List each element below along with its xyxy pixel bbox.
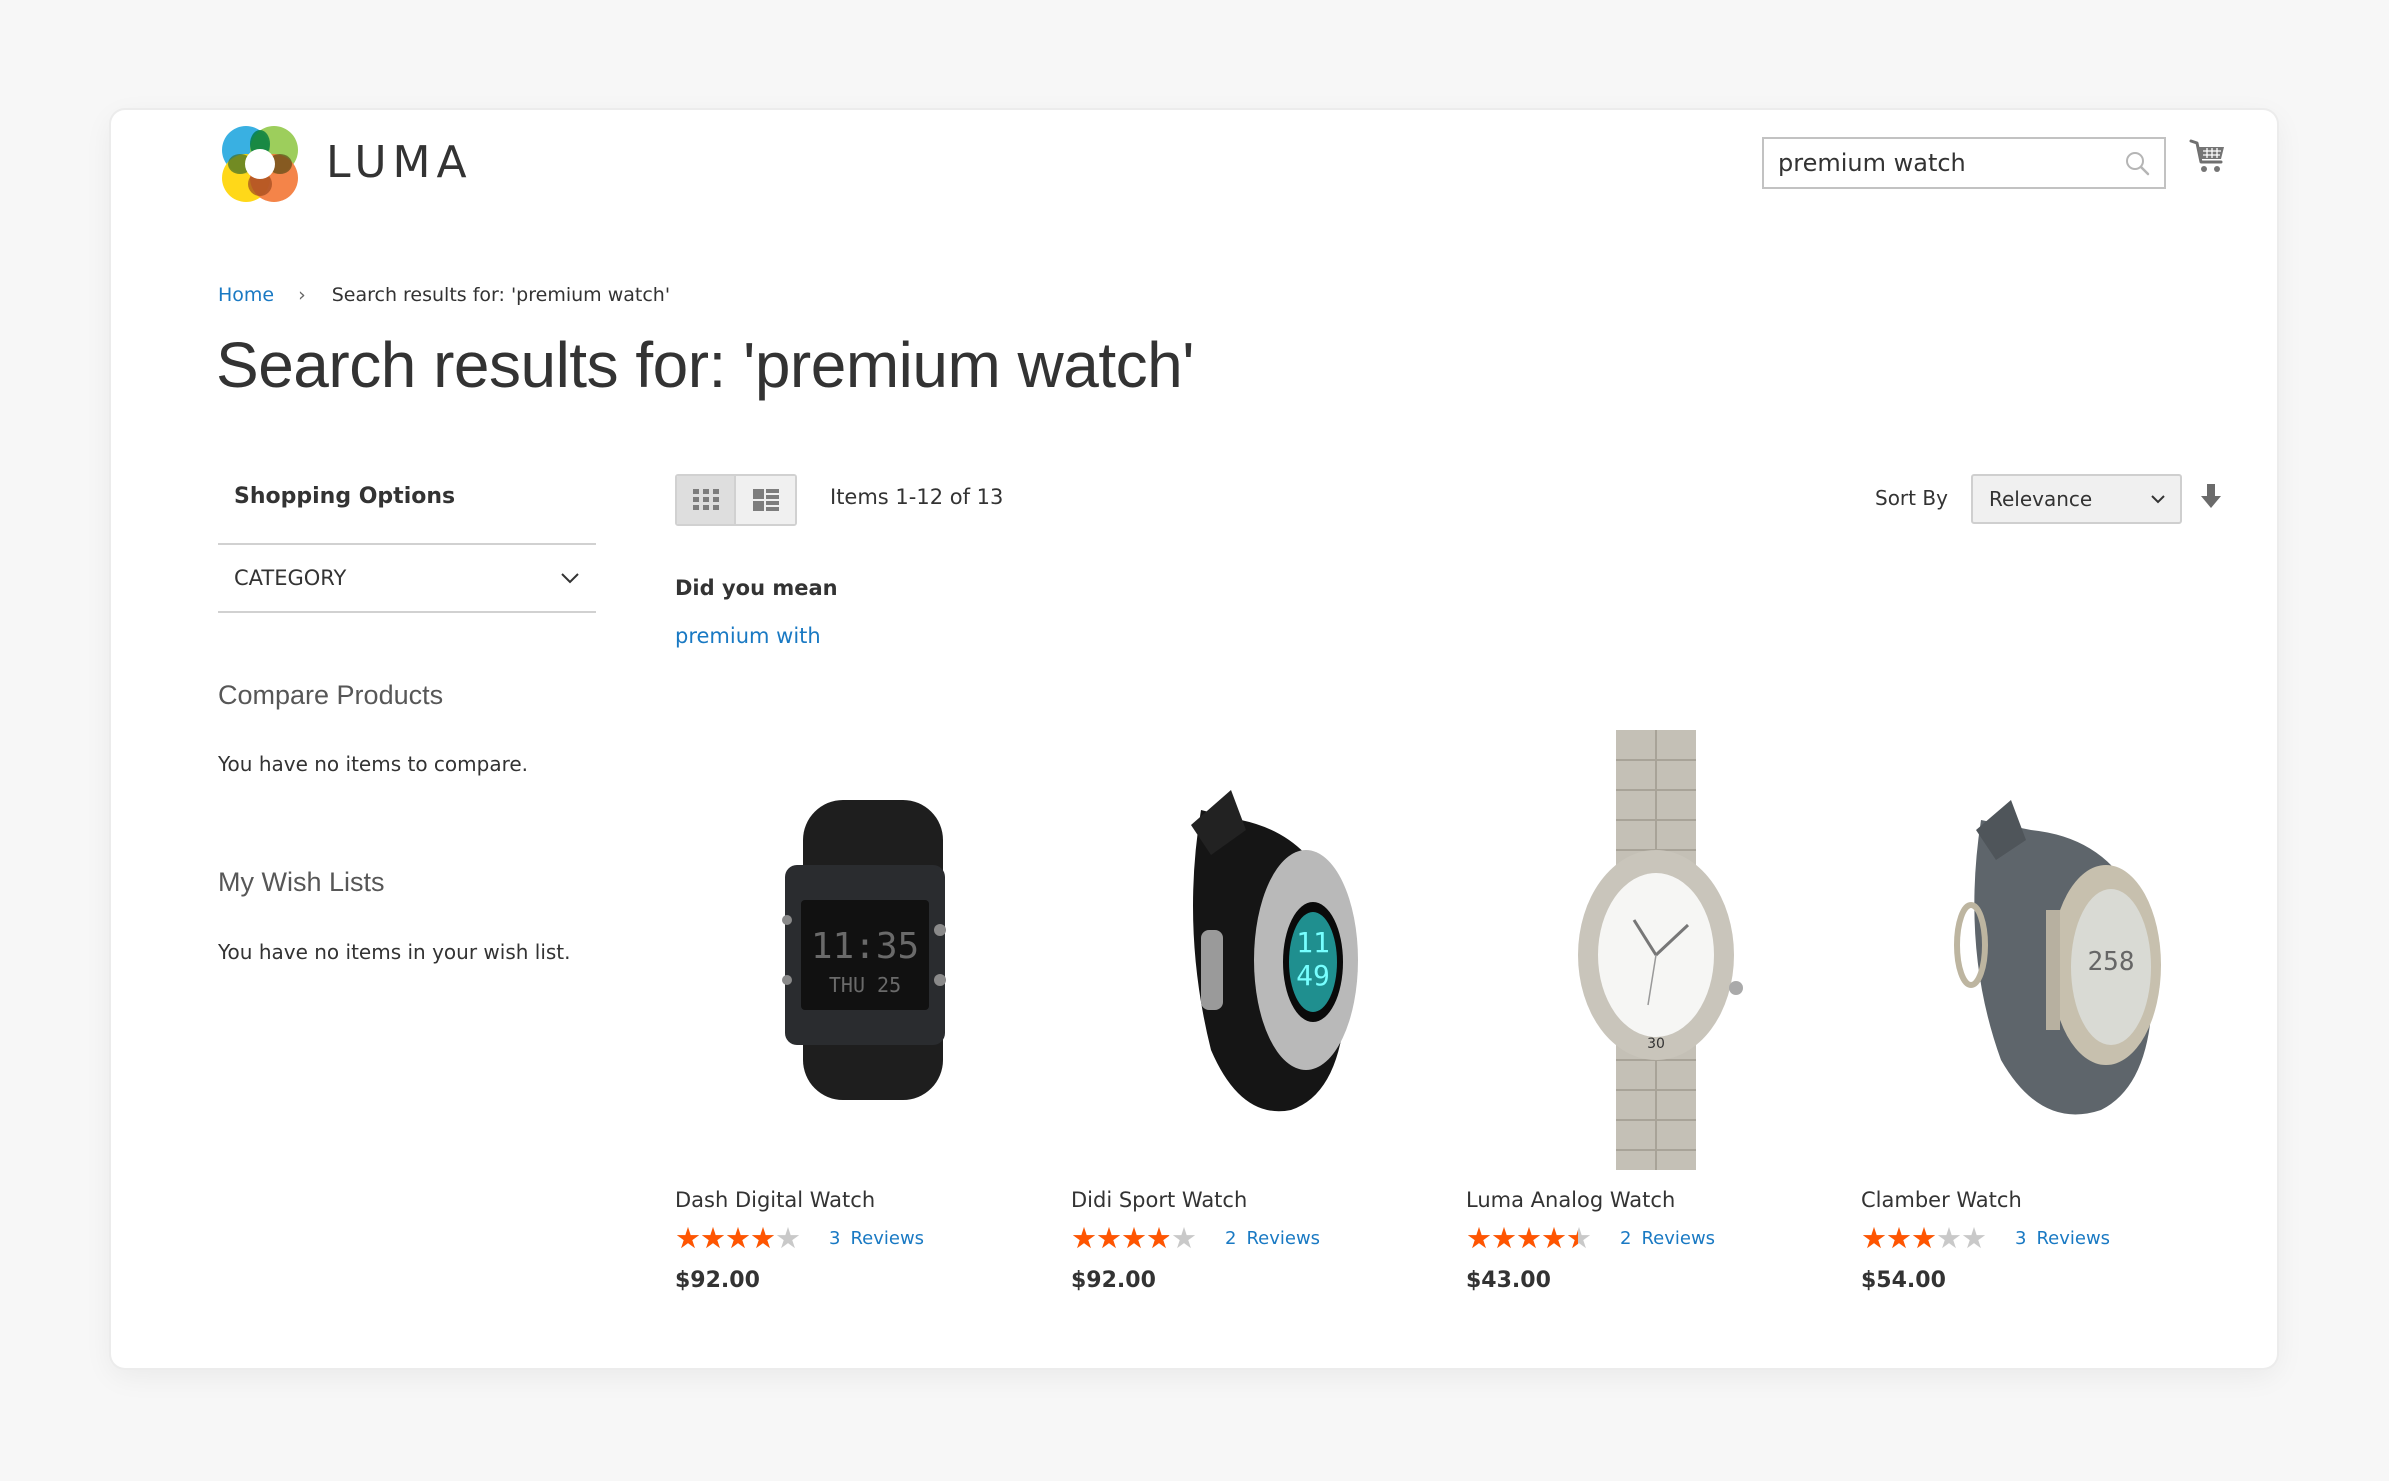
- did-you-mean-heading: Did you mean: [675, 576, 838, 600]
- product-item: 11:35 THU 25 Dash Digital Watch ★★★★★ ★★…: [675, 730, 1045, 1293]
- product-name-link[interactable]: Clamber Watch: [1861, 1188, 2231, 1212]
- list-view-button[interactable]: [736, 476, 795, 524]
- product-item: 258 Clamber Watch ★★★★★ ★★★★★ 3Reviews $…: [1861, 730, 2231, 1293]
- did-you-mean-suggestion-link[interactable]: premium with: [675, 624, 821, 648]
- star-icons-filled: ★★★★★: [1861, 1224, 1936, 1252]
- luma-analog-watch-image: 30: [1578, 730, 1743, 1170]
- category-filter-label: CATEGORY: [234, 566, 347, 590]
- breadcrumb-home-link[interactable]: Home: [218, 284, 274, 306]
- reviews-link[interactable]: 2 Reviews: [1225, 1228, 1320, 1249]
- product-price: $92.00: [675, 1268, 760, 1293]
- list-icon: [752, 489, 779, 511]
- breadcrumb-current: Search results for: 'premium watch': [331, 284, 671, 306]
- star-icons-filled: ★★★★★: [1071, 1224, 1169, 1252]
- page-title: Search results for: 'premium watch': [216, 329, 1194, 401]
- reviews-link[interactable]: 2 Reviews: [1620, 1228, 1715, 1249]
- product-item: 11 49 Didi Sport Watch ★★★★★ ★★★★★ 2Revi…: [1071, 730, 1441, 1293]
- product-price: $54.00: [1861, 1268, 1946, 1293]
- breadcrumb-separator-icon: ›: [298, 284, 306, 306]
- wishlist-empty-text: You have no items in your wish list.: [218, 940, 571, 964]
- product-price: $92.00: [1071, 1268, 1156, 1293]
- sidebar-divider: [218, 611, 596, 613]
- sort-by-label: Sort By: [1875, 486, 1948, 510]
- breadcrumb: Home › Search results for: 'premium watc…: [218, 284, 670, 306]
- svg-text:11: 11: [1296, 926, 1330, 959]
- product-price: $43.00: [1466, 1268, 1551, 1293]
- items-count: Items 1-12 of 13: [830, 485, 1004, 509]
- clamber-watch-image: 258: [1954, 800, 2161, 1115]
- didi-sport-watch-image: 11 49: [1191, 790, 1358, 1112]
- product-rating: ★★★★★ ★★★★★ 2Reviews: [1466, 1224, 1836, 1253]
- luma-logo-icon[interactable]: [218, 122, 302, 206]
- wish-lists-heading: My Wish Lists: [218, 867, 385, 897]
- sort-by-value: Relevance: [1989, 487, 2093, 511]
- compare-products-heading: Compare Products: [218, 680, 444, 710]
- product-name-link[interactable]: Luma Analog Watch: [1466, 1188, 1836, 1212]
- compare-empty-text: You have no items to compare.: [218, 752, 529, 776]
- shopping-options-heading: Shopping Options: [234, 484, 456, 509]
- product-image-link[interactable]: 11 49: [1071, 730, 1441, 1170]
- reviews-link[interactable]: 3 Reviews: [829, 1228, 924, 1249]
- search-icon[interactable]: [2124, 150, 2150, 176]
- category-filter-toggle[interactable]: CATEGORY: [218, 544, 596, 612]
- reviews-link[interactable]: 3 Reviews: [2015, 1228, 2110, 1249]
- product-item: 30 Luma Analog Watch ★★★★★ ★★★★★ 2Review…: [1466, 730, 1836, 1293]
- search-input[interactable]: [1778, 149, 2124, 177]
- dash-digital-watch-image: 11:35 THU 25: [782, 800, 946, 1100]
- chevron-down-icon: [2151, 495, 2165, 504]
- chevron-down-icon: [561, 573, 579, 584]
- arrow-down-icon: [2201, 484, 2221, 508]
- svg-text:THU 25: THU 25: [829, 973, 901, 997]
- rating-stars: ★★★★★ ★★★★★: [1466, 1224, 1606, 1253]
- sort-by-select[interactable]: Relevance: [1971, 474, 2182, 524]
- product-image-link[interactable]: 30: [1466, 730, 1836, 1170]
- star-icons-filled: ★★★★★: [675, 1224, 777, 1252]
- product-rating: ★★★★★ ★★★★★ 3Reviews: [1861, 1224, 2231, 1253]
- search-box[interactable]: [1762, 137, 2166, 189]
- rating-stars: ★★★★★ ★★★★★: [1861, 1224, 2001, 1253]
- product-rating: ★★★★★ ★★★★★ 2Reviews: [1071, 1224, 1441, 1253]
- svg-text:49: 49: [1296, 959, 1330, 992]
- product-image-link[interactable]: 258: [1861, 730, 2231, 1170]
- svg-text:11:35: 11:35: [811, 926, 919, 967]
- sort-direction-button[interactable]: [2199, 482, 2223, 510]
- star-icons-filled: ★★★★★: [1466, 1224, 1578, 1252]
- page-card: LUMA Home › Search results for: 'premium…: [111, 110, 2277, 1368]
- product-name-link[interactable]: Didi Sport Watch: [1071, 1188, 1441, 1212]
- rating-stars: ★★★★★ ★★★★★: [1071, 1224, 1211, 1253]
- cart-icon[interactable]: [2189, 138, 2227, 176]
- svg-text:258: 258: [2088, 947, 2135, 977]
- svg-text:30: 30: [1647, 1036, 1665, 1052]
- product-rating: ★★★★★ ★★★★★ 3Reviews: [675, 1224, 1045, 1253]
- grid-icon: [692, 489, 719, 510]
- rating-stars: ★★★★★ ★★★★★: [675, 1224, 815, 1253]
- grid-view-button[interactable]: [677, 476, 737, 524]
- product-name-link[interactable]: Dash Digital Watch: [675, 1188, 1045, 1212]
- view-mode-switcher: [675, 474, 797, 526]
- logo-text[interactable]: LUMA: [326, 134, 473, 192]
- product-image-link[interactable]: 11:35 THU 25: [675, 730, 1045, 1170]
